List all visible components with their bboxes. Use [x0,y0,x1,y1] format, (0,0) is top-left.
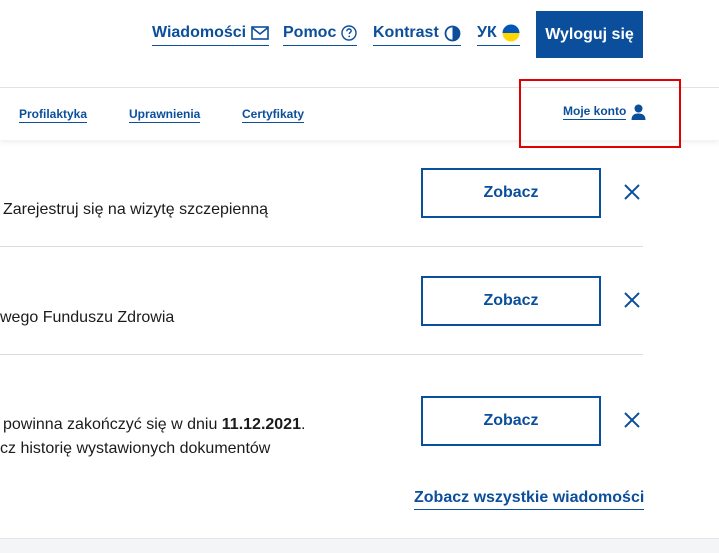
language-link[interactable]: УК [477,22,520,46]
language-label: УК [477,24,497,41]
nav-item-certyfikaty[interactable]: Certyfikaty [242,107,305,123]
view-button[interactable]: Zobacz [421,168,601,218]
message-text-line-2: cz historię wystawionych dokumentów [0,440,271,457]
contrast-label: Kontrast [373,24,439,41]
messages-label: Wiadomości [152,24,247,41]
logout-button[interactable]: Wyloguj się [536,11,643,58]
close-icon[interactable] [622,290,642,310]
ukraine-flag-icon [502,24,520,42]
footer-strip [0,538,719,553]
nav-item-profilaktyka[interactable]: Profilaktyka [19,107,88,123]
message-text: wego Funduszu Zdrowia [0,309,175,326]
message-text: Zarejestruj się na wizytę szczepienną [3,201,269,218]
help-label: Pomoc [283,24,337,41]
messages-link[interactable]: Wiadomości [152,22,270,46]
question-circle-icon [341,25,358,41]
message-text-line-1: powinna zakończyć się w dniu 11.12.2021. [3,416,306,433]
message-item: Zarejestruj się na wizytę szczepienną Zo… [0,139,643,247]
message-item: powinna zakończyć się w dniu 11.12.2021.… [0,355,643,475]
date-value: 11.12.2021 [221,416,301,433]
half-circle-icon [444,25,461,41]
view-button[interactable]: Zobacz [421,276,601,326]
see-all-messages-link[interactable]: Zobacz wszystkie wiadomości [414,489,645,510]
view-button[interactable]: Zobacz [421,396,601,446]
close-icon[interactable] [622,182,642,202]
help-link[interactable]: Pomoc [283,22,358,46]
top-bar: Wiadomości Pomoc Kontrast УК Wyloguj się [0,0,719,87]
highlight-box [519,79,681,148]
message-item: wego Funduszu Zdrowia Zobacz [0,247,643,355]
close-icon[interactable] [622,410,642,430]
contrast-link[interactable]: Kontrast [373,22,461,46]
nav-item-uprawnienia[interactable]: Uprawnienia [129,107,201,123]
envelope-icon [251,26,269,40]
